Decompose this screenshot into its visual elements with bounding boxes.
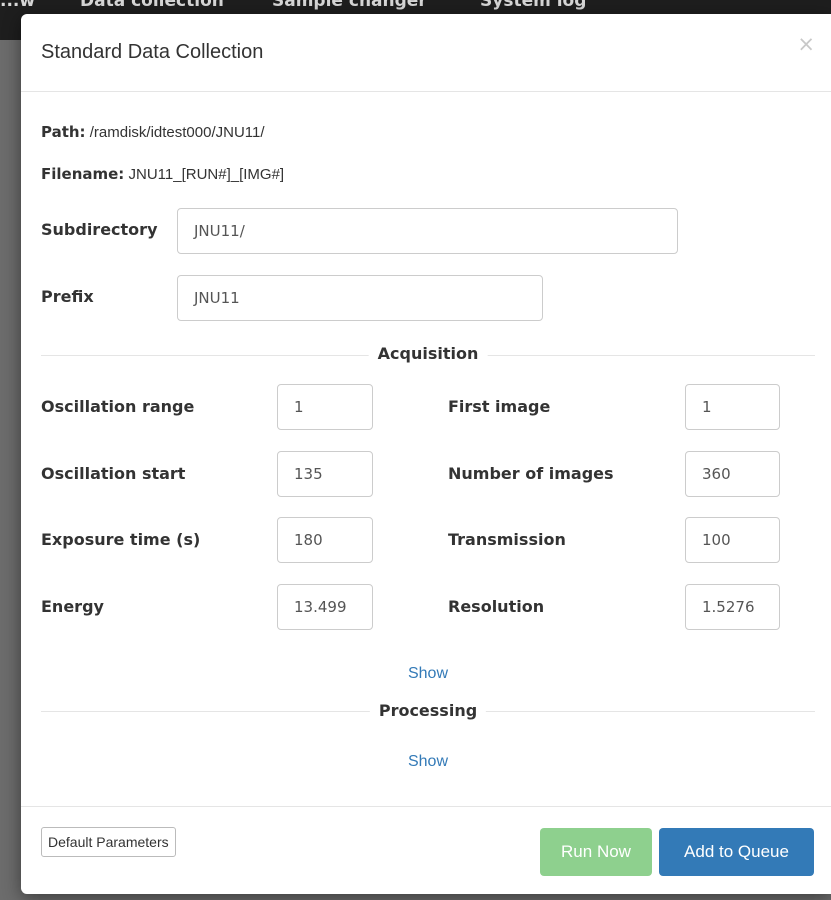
first-image-label: First image [448,397,551,416]
data-collection-modal: Standard Data Collection × Path: /ramdis… [21,14,831,894]
first-image-input[interactable]: 1 [685,384,780,430]
exposure-time-label: Exposure time (s) [41,530,201,549]
energy-label: Energy [41,597,104,616]
exposure-time-input[interactable]: 180 [277,517,373,563]
nav-item-system-log: System log [480,0,587,11]
oscillation-start-label: Oscillation start [41,464,186,483]
filename-label: Filename: [41,165,125,183]
modal-title: Standard Data Collection [41,41,264,63]
oscillation-range-label: Oscillation range [41,397,195,416]
path-value: /ramdisk/idtest000/JNU11/ [89,124,265,141]
filename-info: Filename: JNU11_[RUN#]_[IMG#] [41,165,284,183]
modal-footer-divider [21,806,831,807]
prefix-input[interactable]: JNU11 [177,275,543,321]
oscillation-range-input[interactable]: 1 [277,384,373,430]
add-to-queue-button[interactable]: Add to Queue [659,828,814,876]
subdirectory-label: Subdirectory [41,220,158,239]
default-parameters-button[interactable]: Default Parameters [41,827,176,857]
subdirectory-input[interactable]: JNU11/ [177,208,678,254]
nav-item-sample-changer: Sample changer [272,0,427,11]
filename-value: JNU11_[RUN#]_[IMG#] [128,166,285,183]
resolution-label: Resolution [448,597,545,616]
prefix-label: Prefix [41,287,94,306]
close-icon[interactable]: × [797,32,815,56]
path-label: Path: [41,123,86,141]
energy-input[interactable]: 13.499 [277,584,373,630]
oscillation-start-input[interactable]: 135 [277,451,373,497]
nav-item-overview: ...w [0,0,36,11]
processing-show-link[interactable]: Show [408,753,448,771]
modal-header: Standard Data Collection × [21,14,831,92]
transmission-input[interactable]: 100 [685,517,780,563]
transmission-label: Transmission [448,530,566,549]
number-of-images-label: Number of images [448,464,614,483]
processing-heading: Processing [369,701,487,720]
acquisition-heading: Acquisition [368,344,488,363]
nav-item-data-collection: Data collection [80,0,224,11]
acquisition-show-link[interactable]: Show [408,665,448,683]
number-of-images-input[interactable]: 360 [685,451,780,497]
path-info: Path: /ramdisk/idtest000/JNU11/ [41,123,265,141]
run-now-button[interactable]: Run Now [540,828,652,876]
resolution-input[interactable]: 1.5276 [685,584,780,630]
